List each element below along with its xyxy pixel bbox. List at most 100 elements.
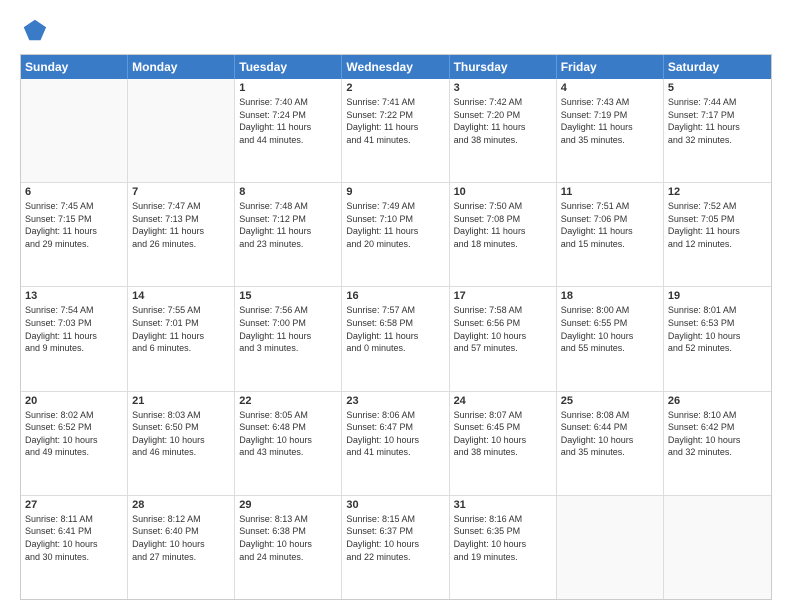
page: SundayMondayTuesdayWednesdayThursdayFrid… bbox=[0, 0, 792, 612]
calendar-cell: 20Sunrise: 8:02 AM Sunset: 6:52 PM Dayli… bbox=[21, 392, 128, 495]
calendar-cell: 10 Sunrise: 7:50 AM Sunset: 7:08 PM Dayli… bbox=[450, 183, 557, 286]
calendar-week-2: 6 Sunrise: 7:45 AM Sunset: 7:15 PM Daylig… bbox=[21, 183, 771, 287]
day-info: Sunrise: 7:52 AM Sunset: 7:05 PM Dayligh… bbox=[668, 200, 767, 250]
day-number: 21 bbox=[132, 395, 230, 407]
calendar-cell bbox=[557, 496, 664, 599]
day-info: Sunrise: 7:54 AM Sunset: 7:03 PM Dayligh… bbox=[25, 304, 123, 354]
day-number: 9 bbox=[346, 186, 444, 198]
calendar-cell: 4 Sunrise: 7:43 AM Sunset: 7:19 PM Daylig… bbox=[557, 79, 664, 182]
day-number: 19 bbox=[668, 290, 767, 302]
day-info: Sunrise: 7:47 AM Sunset: 7:13 PM Dayligh… bbox=[132, 200, 230, 250]
day-info: Sunrise: 7:49 AM Sunset: 7:10 PM Dayligh… bbox=[346, 200, 444, 250]
calendar-cell: 9 Sunrise: 7:49 AM Sunset: 7:10 PM Daylig… bbox=[342, 183, 449, 286]
day-info: Sunrise: 8:03 AM Sunset: 6:50 PM Dayligh… bbox=[132, 409, 230, 459]
calendar-cell: 1Sunrise: 7:40 AM Sunset: 7:24 PM Daylig… bbox=[235, 79, 342, 182]
calendar-cell: 18 Sunrise: 8:00 AM Sunset: 6:55 PM Dayli… bbox=[557, 287, 664, 390]
day-number: 30 bbox=[346, 499, 444, 511]
calendar-cell: 28Sunrise: 8:12 AM Sunset: 6:40 PM Dayli… bbox=[128, 496, 235, 599]
day-number: 20 bbox=[25, 395, 123, 407]
calendar-cell: 31 Sunrise: 8:16 AM Sunset: 6:35 PM Dayli… bbox=[450, 496, 557, 599]
day-info: Sunrise: 8:11 AM Sunset: 6:41 PM Dayligh… bbox=[25, 513, 123, 563]
day-info: Sunrise: 7:55 AM Sunset: 7:01 PM Dayligh… bbox=[132, 304, 230, 354]
day-info: Sunrise: 7:41 AM Sunset: 7:22 PM Dayligh… bbox=[346, 96, 444, 146]
day-number: 6 bbox=[25, 186, 123, 198]
day-info: Sunrise: 8:00 AM Sunset: 6:55 PM Dayligh… bbox=[561, 304, 659, 354]
calendar: SundayMondayTuesdayWednesdayThursdayFrid… bbox=[20, 54, 772, 600]
day-info: Sunrise: 8:05 AM Sunset: 6:48 PM Dayligh… bbox=[239, 409, 337, 459]
calendar-cell: 11 Sunrise: 7:51 AM Sunset: 7:06 PM Dayli… bbox=[557, 183, 664, 286]
calendar-cell: 30 Sunrise: 8:15 AM Sunset: 6:37 PM Dayli… bbox=[342, 496, 449, 599]
cal-header-saturday: Saturday bbox=[664, 55, 771, 79]
cal-header-thursday: Thursday bbox=[450, 55, 557, 79]
day-number: 23 bbox=[346, 395, 444, 407]
calendar-week-1: 1Sunrise: 7:40 AM Sunset: 7:24 PM Daylig… bbox=[21, 79, 771, 183]
day-number: 15 bbox=[239, 290, 337, 302]
day-info: Sunrise: 7:50 AM Sunset: 7:08 PM Dayligh… bbox=[454, 200, 552, 250]
day-number: 28 bbox=[132, 499, 230, 511]
day-number: 25 bbox=[561, 395, 659, 407]
cal-header-monday: Monday bbox=[128, 55, 235, 79]
calendar-cell: 6 Sunrise: 7:45 AM Sunset: 7:15 PM Daylig… bbox=[21, 183, 128, 286]
calendar-body: 1Sunrise: 7:40 AM Sunset: 7:24 PM Daylig… bbox=[21, 79, 771, 599]
day-number: 26 bbox=[668, 395, 767, 407]
calendar-cell: 14 Sunrise: 7:55 AM Sunset: 7:01 PM Dayli… bbox=[128, 287, 235, 390]
day-info: Sunrise: 7:51 AM Sunset: 7:06 PM Dayligh… bbox=[561, 200, 659, 250]
cal-header-tuesday: Tuesday bbox=[235, 55, 342, 79]
calendar-cell: 25 Sunrise: 8:08 AM Sunset: 6:44 PM Dayli… bbox=[557, 392, 664, 495]
calendar-cell: 5 Sunrise: 7:44 AM Sunset: 7:17 PM Daylig… bbox=[664, 79, 771, 182]
day-info: Sunrise: 7:58 AM Sunset: 6:56 PM Dayligh… bbox=[454, 304, 552, 354]
day-info: Sunrise: 7:45 AM Sunset: 7:15 PM Dayligh… bbox=[25, 200, 123, 250]
calendar-cell: 7 Sunrise: 7:47 AM Sunset: 7:13 PM Daylig… bbox=[128, 183, 235, 286]
day-number: 14 bbox=[132, 290, 230, 302]
day-number: 17 bbox=[454, 290, 552, 302]
calendar-cell: 19 Sunrise: 8:01 AM Sunset: 6:53 PM Dayli… bbox=[664, 287, 771, 390]
cal-header-friday: Friday bbox=[557, 55, 664, 79]
calendar-cell bbox=[664, 496, 771, 599]
calendar-header-row: SundayMondayTuesdayWednesdayThursdayFrid… bbox=[21, 55, 771, 79]
day-info: Sunrise: 8:01 AM Sunset: 6:53 PM Dayligh… bbox=[668, 304, 767, 354]
calendar-cell: 3Sunrise: 7:42 AM Sunset: 7:20 PM Daylig… bbox=[450, 79, 557, 182]
day-number: 1 bbox=[239, 82, 337, 94]
day-number: 29 bbox=[239, 499, 337, 511]
day-number: 3 bbox=[454, 82, 552, 94]
day-number: 22 bbox=[239, 395, 337, 407]
day-info: Sunrise: 8:08 AM Sunset: 6:44 PM Dayligh… bbox=[561, 409, 659, 459]
day-number: 12 bbox=[668, 186, 767, 198]
day-number: 18 bbox=[561, 290, 659, 302]
cal-header-wednesday: Wednesday bbox=[342, 55, 449, 79]
day-info: Sunrise: 7:56 AM Sunset: 7:00 PM Dayligh… bbox=[239, 304, 337, 354]
calendar-cell bbox=[128, 79, 235, 182]
calendar-cell: 23 Sunrise: 8:06 AM Sunset: 6:47 PM Dayli… bbox=[342, 392, 449, 495]
calendar-cell: 21 Sunrise: 8:03 AM Sunset: 6:50 PM Dayli… bbox=[128, 392, 235, 495]
day-number: 5 bbox=[668, 82, 767, 94]
day-info: Sunrise: 7:43 AM Sunset: 7:19 PM Dayligh… bbox=[561, 96, 659, 146]
day-number: 4 bbox=[561, 82, 659, 94]
day-info: Sunrise: 8:16 AM Sunset: 6:35 PM Dayligh… bbox=[454, 513, 552, 563]
day-info: Sunrise: 8:15 AM Sunset: 6:37 PM Dayligh… bbox=[346, 513, 444, 563]
calendar-cell: 17 Sunrise: 7:58 AM Sunset: 6:56 PM Dayli… bbox=[450, 287, 557, 390]
calendar-cell bbox=[21, 79, 128, 182]
cal-header-sunday: Sunday bbox=[21, 55, 128, 79]
day-info: Sunrise: 7:48 AM Sunset: 7:12 PM Dayligh… bbox=[239, 200, 337, 250]
day-number: 24 bbox=[454, 395, 552, 407]
calendar-cell: 15 Sunrise: 7:56 AM Sunset: 7:00 PM Dayli… bbox=[235, 287, 342, 390]
day-info: Sunrise: 8:10 AM Sunset: 6:42 PM Dayligh… bbox=[668, 409, 767, 459]
day-info: Sunrise: 8:13 AM Sunset: 6:38 PM Dayligh… bbox=[239, 513, 337, 563]
day-number: 16 bbox=[346, 290, 444, 302]
day-number: 10 bbox=[454, 186, 552, 198]
calendar-week-3: 13 Sunrise: 7:54 AM Sunset: 7:03 PM Dayli… bbox=[21, 287, 771, 391]
day-number: 31 bbox=[454, 499, 552, 511]
calendar-week-5: 27Sunrise: 8:11 AM Sunset: 6:41 PM Dayli… bbox=[21, 496, 771, 599]
header bbox=[20, 16, 772, 44]
day-number: 8 bbox=[239, 186, 337, 198]
calendar-cell: 26 Sunrise: 8:10 AM Sunset: 6:42 PM Dayli… bbox=[664, 392, 771, 495]
day-info: Sunrise: 8:06 AM Sunset: 6:47 PM Dayligh… bbox=[346, 409, 444, 459]
calendar-week-4: 20Sunrise: 8:02 AM Sunset: 6:52 PM Dayli… bbox=[21, 392, 771, 496]
day-number: 13 bbox=[25, 290, 123, 302]
day-info: Sunrise: 8:07 AM Sunset: 6:45 PM Dayligh… bbox=[454, 409, 552, 459]
day-number: 7 bbox=[132, 186, 230, 198]
day-number: 11 bbox=[561, 186, 659, 198]
day-info: Sunrise: 7:44 AM Sunset: 7:17 PM Dayligh… bbox=[668, 96, 767, 146]
logo-icon bbox=[20, 16, 48, 44]
calendar-cell: 22 Sunrise: 8:05 AM Sunset: 6:48 PM Dayli… bbox=[235, 392, 342, 495]
